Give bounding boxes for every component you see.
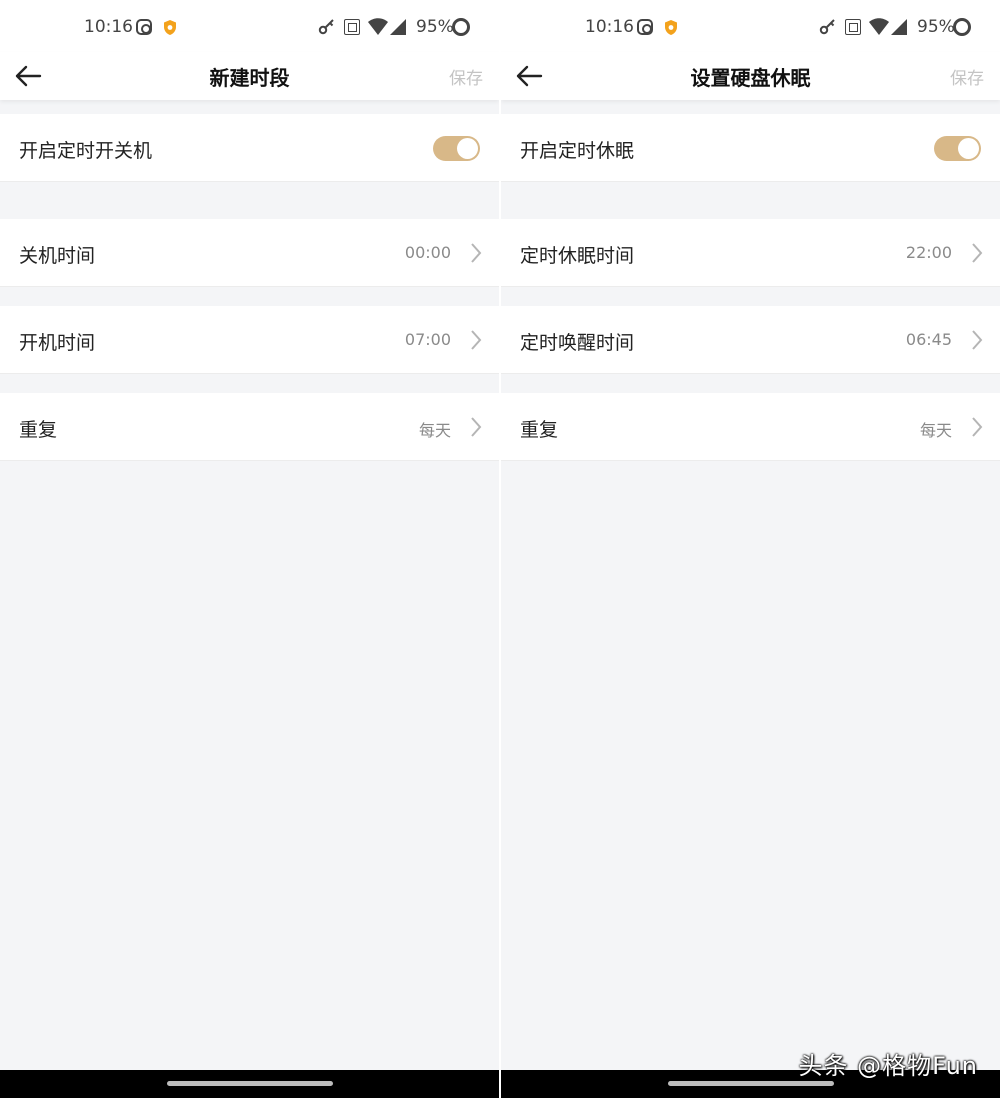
shield-icon [665, 20, 677, 35]
list-item-repeat[interactable]: 重复 每天 [0, 393, 499, 461]
row-value: 00:00 [404, 243, 451, 262]
toggle-row[interactable]: 开启定时休眠 [501, 114, 1000, 182]
home-gesture-handle[interactable] [166, 1081, 333, 1086]
toggle-knob [958, 138, 979, 159]
key-icon [318, 19, 334, 35]
row-value: 22:00 [905, 243, 952, 262]
battery-ring-icon [953, 18, 971, 36]
save-button[interactable]: 保存 [950, 64, 984, 89]
signal-icon [390, 19, 406, 35]
right-screen: 10:16 95% 设置硬盘休眠 保存 开启定时休眠 定时休眠时间 22:00 … [501, 0, 1000, 1098]
shield-icon [164, 20, 176, 35]
row-label: 关机时间 [19, 245, 96, 267]
chevron-right-icon [972, 243, 983, 263]
toggle-label: 开启定时开关机 [19, 140, 153, 162]
row-label: 开机时间 [19, 332, 96, 354]
row-value: 07:00 [404, 330, 451, 349]
list-item-sleep-time[interactable]: 定时休眠时间 22:00 [501, 219, 1000, 287]
signal-icon [891, 19, 907, 35]
chevron-right-icon [972, 417, 983, 437]
sleep-toggle[interactable] [934, 136, 981, 161]
battery-ring-icon [452, 18, 470, 36]
row-label: 重复 [520, 419, 559, 441]
home-gesture-handle[interactable] [667, 1081, 834, 1086]
wifi-icon [869, 18, 889, 35]
instagram-icon [637, 19, 653, 35]
battery-percent: 95% [917, 17, 955, 37]
app-header: 新建时段 保存 [0, 52, 499, 100]
volte-icon [845, 19, 861, 35]
page-title: 设置硬盘休眠 [690, 66, 811, 90]
row-label: 定时唤醒时间 [520, 332, 635, 354]
page-title: 新建时段 [209, 66, 290, 90]
row-value: 06:45 [905, 330, 952, 349]
chevron-right-icon [972, 330, 983, 350]
status-time: 10:16 [585, 17, 634, 37]
system-nav-bar [0, 1070, 499, 1098]
toggle-label: 开启定时休眠 [520, 140, 635, 162]
battery-percent: 95% [416, 17, 454, 37]
key-icon [819, 19, 835, 35]
list-item-shutdown-time[interactable]: 关机时间 00:00 [0, 219, 499, 287]
volte-icon [344, 19, 360, 35]
schedule-toggle[interactable] [433, 136, 480, 161]
row-label: 重复 [19, 419, 58, 441]
app-header: 设置硬盘休眠 保存 [501, 52, 1000, 100]
chevron-right-icon [471, 243, 482, 263]
wifi-icon [368, 18, 388, 35]
row-value: 每天 [919, 421, 952, 440]
instagram-icon [136, 19, 152, 35]
list-item-power-on-time[interactable]: 开机时间 07:00 [0, 306, 499, 374]
row-label: 定时休眠时间 [520, 245, 635, 267]
watermark: 头条 @格物Fun [798, 1052, 978, 1080]
status-time: 10:16 [84, 17, 133, 37]
chevron-right-icon [471, 417, 482, 437]
left-screen: 10:16 95% 新建时段 保存 开启定时开关机 关机时间 00:00 开机时… [0, 0, 499, 1098]
list-item-repeat[interactable]: 重复 每天 [501, 393, 1000, 461]
save-button[interactable]: 保存 [449, 64, 483, 89]
status-bar: 10:16 95% [501, 0, 1000, 52]
toggle-knob [457, 138, 478, 159]
row-value: 每天 [418, 421, 451, 440]
chevron-right-icon [471, 330, 482, 350]
list-item-wake-time[interactable]: 定时唤醒时间 06:45 [501, 306, 1000, 374]
toggle-row[interactable]: 开启定时开关机 [0, 114, 499, 182]
status-bar: 10:16 95% [0, 0, 499, 52]
